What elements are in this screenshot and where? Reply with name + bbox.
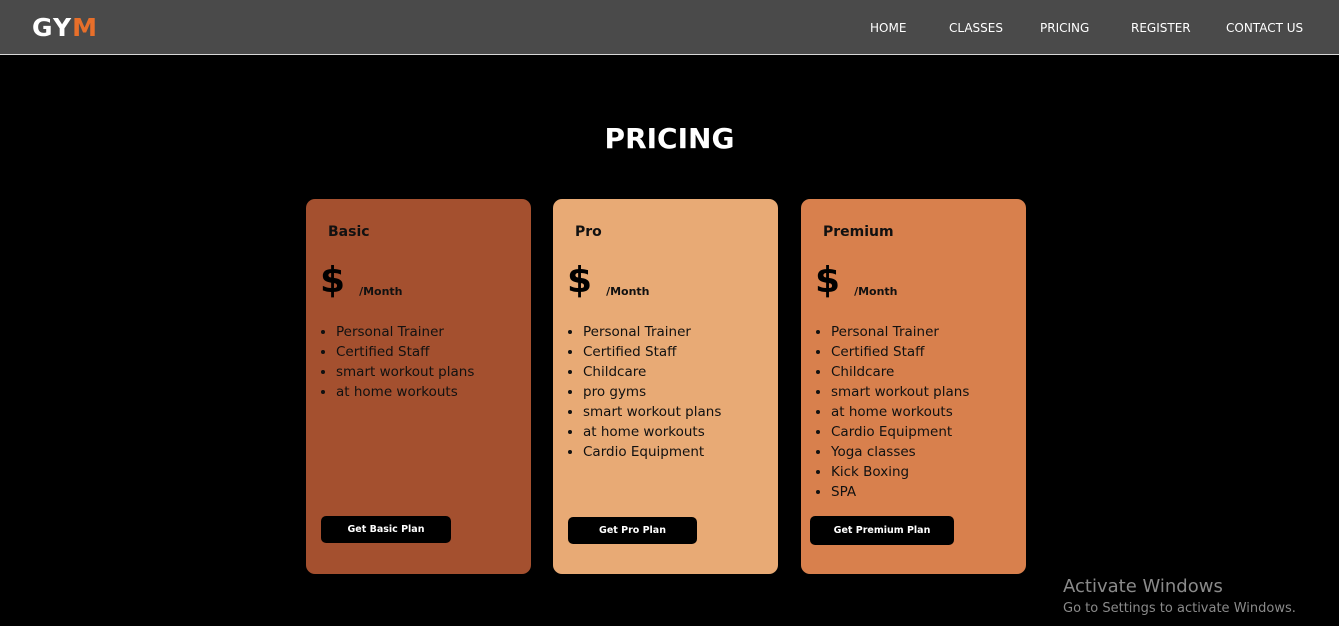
feature-item: at home workouts — [336, 382, 474, 402]
feature-item: Childcare — [831, 362, 969, 382]
navbar: GYM HOME CLASSES PRICING REGISTER CONTAC… — [0, 0, 1339, 55]
get-pro-plan-button[interactable]: Get Pro Plan — [568, 517, 697, 544]
plan-price: $ /Month — [567, 261, 650, 301]
logo[interactable]: GYM — [32, 12, 98, 44]
feature-item: Cardio Equipment — [831, 422, 969, 442]
activate-windows-watermark: Activate Windows Go to Settings to activ… — [1063, 576, 1296, 620]
currency-symbol: $ — [320, 260, 346, 301]
feature-item: Certified Staff — [831, 342, 969, 362]
plan-name: Premium — [823, 224, 894, 240]
logo-text-m: M — [72, 13, 98, 42]
plan-card-premium: Premium $ /Month Personal Trainer Certif… — [801, 199, 1026, 574]
billing-period: /Month — [359, 285, 403, 298]
nav-contact-link[interactable]: CONTACT US — [1226, 21, 1303, 35]
feature-item: pro gyms — [583, 382, 721, 402]
get-basic-plan-button[interactable]: Get Basic Plan — [321, 516, 451, 543]
watermark-subtitle: Go to Settings to activate Windows. — [1063, 601, 1296, 616]
feature-item: at home workouts — [583, 422, 721, 442]
nav-register-link[interactable]: REGISTER — [1131, 21, 1191, 35]
plan-name: Basic — [328, 224, 370, 240]
plan-card-pro: Pro $ /Month Personal Trainer Certified … — [553, 199, 778, 574]
feature-list: Personal Trainer Certified Staff smart w… — [318, 322, 474, 402]
feature-item: SPA — [831, 482, 969, 502]
feature-item: Yoga classes — [831, 442, 969, 462]
currency-symbol: $ — [815, 260, 841, 301]
feature-item: at home workouts — [831, 402, 969, 422]
currency-symbol: $ — [567, 260, 593, 301]
plan-name: Pro — [575, 224, 602, 240]
nav-classes-link[interactable]: CLASSES — [949, 21, 1003, 35]
page-title: PRICING — [604, 122, 735, 155]
logo-text-gy: GY — [32, 13, 73, 42]
feature-item: Kick Boxing — [831, 462, 969, 482]
feature-item: Childcare — [583, 362, 721, 382]
billing-period: /Month — [854, 285, 898, 298]
feature-item: Certified Staff — [336, 342, 474, 362]
feature-item: Personal Trainer — [336, 322, 474, 342]
feature-item: smart workout plans — [336, 362, 474, 382]
feature-item: Personal Trainer — [583, 322, 721, 342]
nav-pricing-link[interactable]: PRICING — [1040, 21, 1089, 35]
feature-item: smart workout plans — [831, 382, 969, 402]
feature-list: Personal Trainer Certified Staff Childca… — [565, 322, 721, 462]
feature-item: smart workout plans — [583, 402, 721, 422]
feature-item: Personal Trainer — [831, 322, 969, 342]
billing-period: /Month — [606, 285, 650, 298]
feature-list: Personal Trainer Certified Staff Childca… — [813, 322, 969, 502]
feature-item: Cardio Equipment — [583, 442, 721, 462]
plan-price: $ /Month — [320, 261, 403, 301]
plan-price: $ /Month — [815, 261, 898, 301]
get-premium-plan-button[interactable]: Get Premium Plan — [810, 516, 954, 545]
plan-card-basic: Basic $ /Month Personal Trainer Certifie… — [306, 199, 531, 574]
watermark-title: Activate Windows — [1063, 576, 1223, 597]
nav-home-link[interactable]: HOME — [870, 21, 906, 35]
feature-item: Certified Staff — [583, 342, 721, 362]
